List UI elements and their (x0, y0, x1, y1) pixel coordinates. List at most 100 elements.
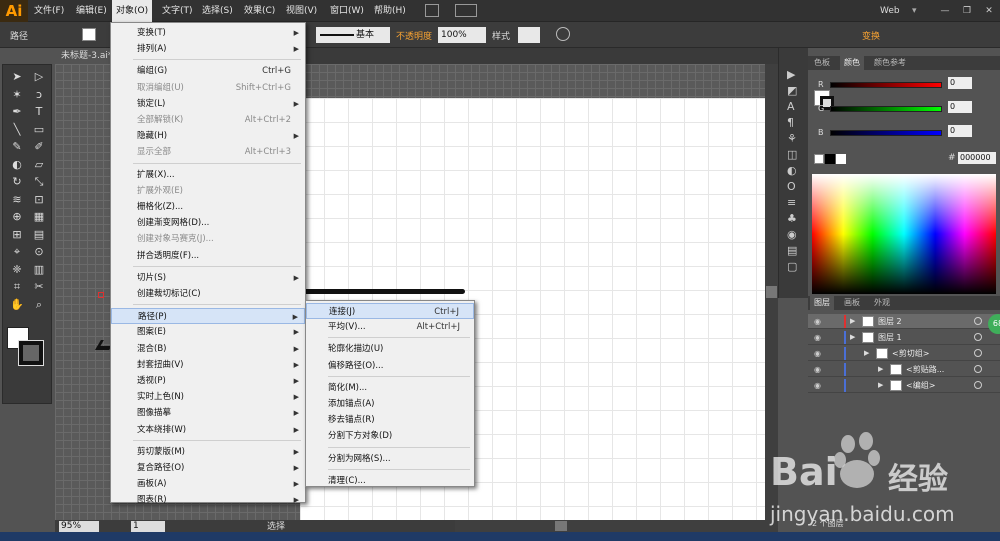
symbol-sprayer-icon[interactable]: ❈ (7, 262, 27, 278)
artboard-icon[interactable]: ▢ (787, 260, 797, 273)
expand-arrow-icon[interactable]: ▶ (864, 346, 869, 361)
bridge-icon[interactable] (425, 4, 439, 17)
transform-label[interactable]: 变换 (862, 29, 880, 42)
appearance-icon[interactable]: ◉ (787, 228, 797, 241)
menu-8[interactable]: 帮助(H) (370, 0, 410, 22)
layer-row[interactable]: ◉ ▶ 图层 1 (808, 330, 1000, 345)
object-menu-item-25[interactable]: 实时上色(N) ▶ (111, 389, 305, 405)
visibility-eye-icon[interactable]: ◉ (814, 330, 821, 345)
object-menu-item-22[interactable]: 混合(B) ▶ (111, 341, 305, 357)
recolor-icon[interactable] (556, 27, 570, 41)
green-input[interactable]: 0 (948, 101, 972, 113)
pen-tool-icon[interactable]: ✒ (7, 104, 27, 120)
zoom-select[interactable]: 95% (59, 521, 99, 532)
object-menu-item-0[interactable]: 变换(T) ▶ (111, 25, 305, 41)
object-menu-item-18[interactable]: 创建裁切标记(C) (111, 286, 305, 302)
layer-row[interactable]: ◉ ▶ <编组> (808, 378, 1000, 393)
hex-input[interactable]: 000000 (958, 152, 996, 164)
lasso-icon[interactable]: ↄ (29, 87, 49, 103)
workspace-switcher[interactable]: Web (880, 0, 900, 22)
object-menu-item-20[interactable]: 路径(P) ▶ (111, 308, 305, 325)
object-menu-item-5[interactable]: 锁定(L) ▶ (111, 96, 305, 112)
layer-row[interactable]: ◉ ▶ <剪贴路... (808, 362, 1000, 377)
stroke-icon[interactable]: ≡ (787, 196, 796, 209)
path-submenu-item-11[interactable]: 分割为网格(S)... (306, 451, 474, 467)
selection-tool-icon[interactable]: ➤ (7, 69, 27, 85)
blue-input[interactable]: 0 (948, 125, 972, 137)
style-swatch[interactable] (518, 27, 540, 43)
object-menu-item-27[interactable]: 文本绕排(W) ▶ (111, 422, 305, 438)
menu-6[interactable]: 视图(V) (282, 0, 321, 22)
white-swatch[interactable] (836, 154, 846, 164)
direct-selection-tool-icon[interactable]: ▷ (29, 69, 49, 85)
object-menu-item-14[interactable]: 创建对象马赛克(J)... (111, 231, 305, 247)
menu-7[interactable]: 窗口(W) (326, 0, 368, 22)
symbol-icon[interactable]: ⚘ (787, 132, 797, 145)
blue-slider[interactable] (830, 130, 942, 136)
color-guide-icon[interactable]: ◩ (787, 84, 797, 97)
graph-tool-icon[interactable]: ▥ (29, 262, 49, 278)
opacity-input[interactable]: 100% (438, 27, 486, 43)
green-slider[interactable] (830, 106, 942, 112)
object-menu-item-8[interactable]: 显示全部 Alt+Ctrl+3 (111, 144, 305, 160)
restore-button[interactable]: ❐ (956, 0, 978, 22)
artboard-select[interactable]: 1 (131, 521, 165, 532)
shape-builder-icon[interactable]: ⊕ (7, 209, 27, 225)
gradient-icon[interactable]: O (787, 180, 796, 193)
target-circle-icon[interactable] (974, 317, 982, 325)
club-icon[interactable]: ♣ (787, 212, 797, 225)
object-menu-item-24[interactable]: 透视(P) ▶ (111, 373, 305, 389)
opacity-label[interactable]: 不透明度 (396, 29, 432, 42)
hand-tool-icon[interactable]: ✋ (7, 297, 27, 313)
object-menu-item-7[interactable]: 隐藏(H) ▶ (111, 128, 305, 144)
gradient-tool-icon[interactable]: ▤ (29, 227, 49, 243)
layers-panel-tab-0[interactable]: 图层 (810, 296, 834, 310)
type-tool-icon[interactable]: T (29, 104, 49, 120)
expand-arrow-icon[interactable]: ▶ (878, 378, 883, 393)
rectangle-tool-icon[interactable]: ▭ (29, 122, 49, 138)
color-panel-tab-2[interactable]: 颜色参考 (870, 56, 910, 70)
target-circle-icon[interactable] (974, 333, 982, 341)
layer-row[interactable]: ◉ ▶ <剪切组> (808, 346, 1000, 361)
play-icon[interactable]: ▶ (787, 68, 795, 81)
path-submenu-item-13[interactable]: 清理(C)... (306, 473, 474, 489)
object-menu-item-32[interactable]: 图表(R) ▶ (111, 492, 305, 508)
visibility-eye-icon[interactable]: ◉ (814, 378, 821, 393)
path-submenu-item-6[interactable]: 简化(M)... (306, 380, 474, 396)
path-submenu-item-7[interactable]: 添加锚点(A) (306, 396, 474, 412)
object-menu-item-29[interactable]: 剪切蒙版(M) ▶ (111, 444, 305, 460)
menu-5[interactable]: 效果(C) (240, 0, 279, 22)
close-button[interactable]: ✕ (978, 0, 1000, 22)
free-transform-icon[interactable]: ⊡ (29, 192, 49, 208)
visibility-eye-icon[interactable]: ◉ (814, 314, 821, 329)
target-circle-icon[interactable] (974, 365, 982, 373)
eraser-icon[interactable]: ▱ (29, 157, 49, 173)
fill-swatch[interactable] (82, 28, 96, 41)
brush-icon[interactable]: ¶ (787, 116, 794, 129)
path-submenu-item-4[interactable]: 偏移路径(O)... (306, 358, 474, 374)
red-input[interactable]: 0 (948, 77, 972, 89)
slice-tool-icon[interactable]: ✂ (29, 279, 49, 295)
minimize-button[interactable]: — (934, 0, 956, 22)
menu-1[interactable]: 编辑(E) (72, 0, 111, 22)
rotate-tool-icon[interactable]: ↻ (7, 174, 27, 190)
menu-4[interactable]: 选择(S) (198, 0, 237, 22)
path-submenu-item-0[interactable]: 连接(J) Ctrl+J (306, 303, 474, 319)
visibility-eye-icon[interactable]: ◉ (814, 346, 821, 361)
scroll-thumb[interactable] (555, 521, 567, 531)
menu-0[interactable]: 文件(F) (30, 0, 68, 22)
target-circle-icon[interactable] (974, 349, 982, 357)
red-slider[interactable] (830, 82, 942, 88)
layer-row[interactable]: ◉ ▶ 图层 2 (808, 314, 1000, 329)
layers-panel-tab-1[interactable]: 画板 (840, 296, 864, 310)
artboard-tool-icon[interactable]: ⌗ (7, 279, 27, 295)
layers-icon[interactable]: ◫ (787, 148, 797, 161)
magic-wand-icon[interactable]: ✶ (7, 87, 27, 103)
color-panel-tab-1[interactable]: 颜色 (840, 56, 864, 70)
object-menu-item-26[interactable]: 图像描摹 ▶ (111, 405, 305, 421)
object-menu-item-11[interactable]: 扩展外观(E) (111, 183, 305, 199)
expand-arrow-icon[interactable]: ▶ (878, 362, 883, 377)
object-menu-item-13[interactable]: 创建渐变网格(D)... (111, 215, 305, 231)
eyedropper-icon[interactable]: ⌖ (7, 244, 27, 260)
blend-tool-icon[interactable]: ⊙ (29, 244, 49, 260)
